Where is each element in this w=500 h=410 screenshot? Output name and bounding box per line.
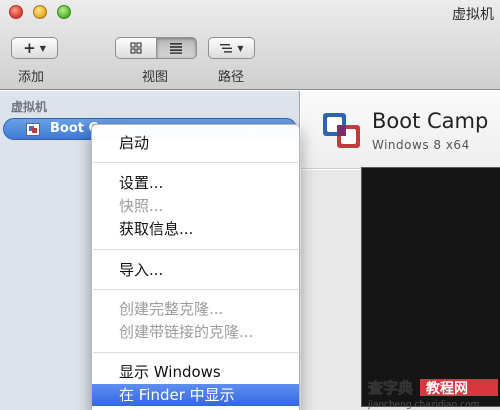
menu-separator [93,249,298,250]
chevron-down-icon: ▼ [39,43,46,53]
plus-icon: + [23,38,36,57]
menu-separator [93,289,298,290]
zoom-window-button[interactable] [57,5,71,19]
menu-item-settings[interactable]: 设置... [92,172,299,194]
menu-item-show-in-finder[interactable]: 在 Finder 中显示 [92,384,299,406]
menu-item-show-windows[interactable]: 显示 Windows [92,361,299,383]
path-button[interactable]: ▼ [208,37,255,59]
chevron-down-icon: ▼ [237,43,244,53]
list-icon [170,43,183,54]
add-button[interactable]: + ▼ [11,37,58,59]
menu-item-get-info[interactable]: 获取信息... [92,218,299,240]
minimize-window-button[interactable] [33,5,47,19]
view-toggle[interactable] [115,37,197,59]
vm-screen-preview[interactable] [361,167,500,407]
menu-item-import[interactable]: 导入... [92,259,299,281]
menu-separator [93,352,298,353]
svg-text:教程网: 教程网 [426,380,468,397]
menu-item-start[interactable]: 启动 [92,132,299,154]
vm-summary-header: Boot Camp Windows 8 x64 [301,91,500,169]
window-toolbar: 虚拟机 + ▼ 添加 视图 ▼ 路径 [0,0,500,90]
view-label: 视图 [142,70,169,85]
vmware-logo-icon [323,113,360,148]
vm-name: Boot Camp [372,109,489,133]
add-button-label: 添加 [18,70,45,85]
menu-item-full-clone: 创建完整克隆... [119,300,224,318]
context-menu: 启动 设置... 快照... 获取信息... 导入... 创建完整克隆... 创… [91,124,300,410]
window-title: 虚拟机 [452,7,494,23]
grid-view-button[interactable] [115,37,157,59]
detail-pane: Boot Camp Windows 8 x64 [301,91,500,410]
menu-item-snapshots: 快照... [119,197,164,215]
svg-text:jiaocheng.chazidian.com: jiaocheng.chazidian.com [367,400,479,410]
vm-icon [26,123,40,136]
site-watermark-logo: 查字典 教程网 jiaocheng.chazidian.com [367,379,498,410]
list-view-button[interactable] [156,37,197,59]
sidebar-header: 虚拟机 [11,100,48,114]
path-label: 路径 [218,70,245,85]
close-window-button[interactable] [9,5,23,19]
grid-icon [130,42,142,54]
menu-separator [93,162,298,163]
path-list-icon [220,43,233,53]
svg-text:查字典: 查字典 [368,379,413,397]
vm-os: Windows 8 x64 [372,138,470,152]
menu-item-linked-clone: 创建带链接的克隆... [119,323,254,341]
